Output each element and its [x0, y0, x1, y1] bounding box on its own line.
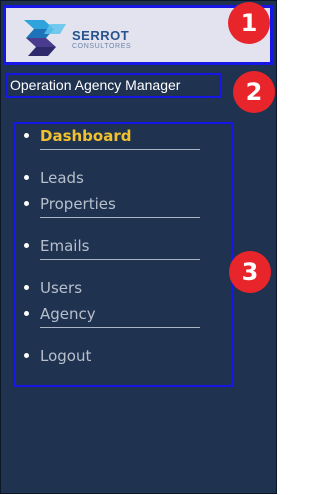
nav-divider	[40, 259, 200, 260]
nav-label[interactable]: Properties	[40, 194, 116, 214]
annotation-badge-1: 1	[228, 2, 270, 44]
nav-label[interactable]: Emails	[40, 236, 89, 256]
nav-label[interactable]: Logout	[40, 346, 91, 366]
nav-divider	[40, 217, 200, 218]
nav-menu: Dashboard Leads Properties Emails Users …	[13, 122, 234, 387]
annotation-badge-3: 3	[229, 251, 271, 293]
app-title: Operation Agency Manager	[10, 77, 181, 93]
bullet-icon	[24, 201, 29, 206]
sidebar: SERROT CONSULTORES Operation Agency Mana…	[0, 0, 277, 494]
nav-divider	[40, 327, 200, 328]
bullet-icon	[24, 175, 29, 180]
nav-label[interactable]: Agency	[40, 304, 96, 324]
bullet-icon	[24, 133, 29, 138]
annotation-badge-2: 2	[233, 71, 275, 113]
nav-label[interactable]: Leads	[40, 168, 84, 188]
nav-divider	[40, 149, 200, 150]
bullet-icon	[24, 285, 29, 290]
bullet-icon	[24, 243, 29, 248]
nav-label[interactable]: Dashboard	[40, 126, 131, 146]
logo-subtitle: CONSULTORES	[72, 43, 132, 50]
nav-label[interactable]: Users	[40, 278, 82, 298]
logo-name: SERROT	[72, 28, 130, 43]
logo-icon	[24, 20, 66, 56]
bullet-icon	[24, 353, 29, 358]
bullet-icon	[24, 311, 29, 316]
app-title-area: Operation Agency Manager	[5, 73, 221, 98]
